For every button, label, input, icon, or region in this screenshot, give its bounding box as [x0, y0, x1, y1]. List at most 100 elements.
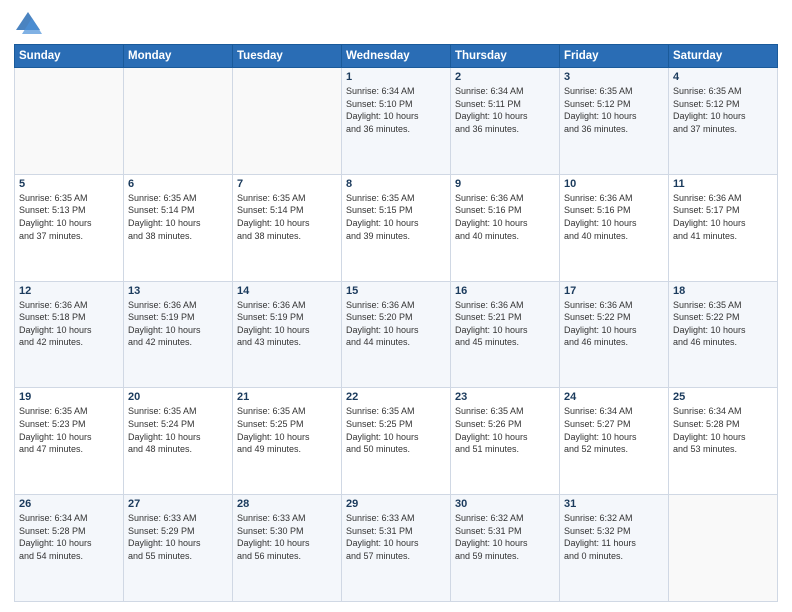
day-number: 3 — [564, 71, 664, 83]
day-header-monday: Monday — [124, 45, 233, 68]
day-info: Sunrise: 6:35 AM Sunset: 5:14 PM Dayligh… — [128, 192, 228, 242]
calendar-cell: 8 Sunrise: 6:35 AM Sunset: 5:15 PM Daylig… — [342, 174, 451, 281]
day-number: 10 — [564, 178, 664, 190]
calendar-cell: 19Sunrise: 6:35 AM Sunset: 5:23 PM Dayli… — [15, 388, 124, 495]
day-info: Sunrise: 6:33 AM Sunset: 5:31 PM Dayligh… — [346, 512, 446, 562]
day-header-tuesday: Tuesday — [233, 45, 342, 68]
calendar-week-4: 19Sunrise: 6:35 AM Sunset: 5:23 PM Dayli… — [15, 388, 778, 495]
day-number: 12 — [19, 285, 119, 297]
calendar-cell — [124, 68, 233, 175]
day-info: Sunrise: 6:35 AM Sunset: 5:25 PM Dayligh… — [346, 405, 446, 455]
calendar-cell: 7 Sunrise: 6:35 AM Sunset: 5:14 PM Daylig… — [233, 174, 342, 281]
day-header-friday: Friday — [560, 45, 669, 68]
day-info: Sunrise: 6:36 AM Sunset: 5:19 PM Dayligh… — [237, 299, 337, 349]
day-info: Sunrise: 6:35 AM Sunset: 5:14 PM Dayligh… — [237, 192, 337, 242]
day-number: 6 — [128, 178, 228, 190]
calendar-week-5: 26 Sunrise: 6:34 AM Sunset: 5:28 PM Dayli… — [15, 495, 778, 602]
calendar-cell — [669, 495, 778, 602]
calendar-cell: 27 Sunrise: 6:33 AM Sunset: 5:29 PM Dayli… — [124, 495, 233, 602]
calendar-cell: 23 Sunrise: 6:35 AM Sunset: 5:26 PM Dayli… — [451, 388, 560, 495]
day-number: 20 — [128, 391, 228, 403]
day-info: Sunrise: 6:34 AM Sunset: 5:11 PM Dayligh… — [455, 85, 555, 135]
calendar-cell: 13 Sunrise: 6:36 AM Sunset: 5:19 PM Dayli… — [124, 281, 233, 388]
day-info: Sunrise: 6:32 AM Sunset: 5:31 PM Dayligh… — [455, 512, 555, 562]
day-info: Sunrise: 6:36 AM Sunset: 5:16 PM Dayligh… — [455, 192, 555, 242]
day-number: 11 — [673, 178, 773, 190]
calendar-cell: 16 Sunrise: 6:36 AM Sunset: 5:21 PM Dayli… — [451, 281, 560, 388]
day-info: Sunrise: 6:35 AM Sunset: 5:12 PM Dayligh… — [564, 85, 664, 135]
day-number: 15 — [346, 285, 446, 297]
day-info: Sunrise: 6:35 AM Sunset: 5:24 PM Dayligh… — [128, 405, 228, 455]
calendar-table: SundayMondayTuesdayWednesdayThursdayFrid… — [14, 44, 778, 602]
calendar-cell: 28 Sunrise: 6:33 AM Sunset: 5:30 PM Dayli… — [233, 495, 342, 602]
day-info: Sunrise: 6:34 AM Sunset: 5:10 PM Dayligh… — [346, 85, 446, 135]
calendar-cell: 4Sunrise: 6:35 AM Sunset: 5:12 PM Daylig… — [669, 68, 778, 175]
logo-icon — [14, 10, 42, 38]
calendar-cell: 21 Sunrise: 6:35 AM Sunset: 5:25 PM Dayli… — [233, 388, 342, 495]
day-number: 29 — [346, 498, 446, 510]
calendar-cell: 29 Sunrise: 6:33 AM Sunset: 5:31 PM Dayli… — [342, 495, 451, 602]
day-info: Sunrise: 6:36 AM Sunset: 5:21 PM Dayligh… — [455, 299, 555, 349]
calendar-cell: 31 Sunrise: 6:32 AM Sunset: 5:32 PM Dayli… — [560, 495, 669, 602]
calendar-week-1: 1 Sunrise: 6:34 AM Sunset: 5:10 PM Daylig… — [15, 68, 778, 175]
day-header-thursday: Thursday — [451, 45, 560, 68]
day-number: 25 — [673, 391, 773, 403]
calendar-cell — [15, 68, 124, 175]
day-number: 23 — [455, 391, 555, 403]
calendar-week-2: 5Sunrise: 6:35 AM Sunset: 5:13 PM Daylig… — [15, 174, 778, 281]
day-number: 21 — [237, 391, 337, 403]
calendar-cell: 20 Sunrise: 6:35 AM Sunset: 5:24 PM Dayli… — [124, 388, 233, 495]
day-number: 17 — [564, 285, 664, 297]
calendar-cell: 1 Sunrise: 6:34 AM Sunset: 5:10 PM Daylig… — [342, 68, 451, 175]
day-number: 28 — [237, 498, 337, 510]
day-info: Sunrise: 6:34 AM Sunset: 5:28 PM Dayligh… — [19, 512, 119, 562]
day-number: 16 — [455, 285, 555, 297]
calendar-cell: 15Sunrise: 6:36 AM Sunset: 5:20 PM Dayli… — [342, 281, 451, 388]
day-number: 8 — [346, 178, 446, 190]
calendar-cell: 26 Sunrise: 6:34 AM Sunset: 5:28 PM Dayli… — [15, 495, 124, 602]
day-info: Sunrise: 6:35 AM Sunset: 5:12 PM Dayligh… — [673, 85, 773, 135]
calendar-cell: 22 Sunrise: 6:35 AM Sunset: 5:25 PM Dayli… — [342, 388, 451, 495]
calendar-page: SundayMondayTuesdayWednesdayThursdayFrid… — [0, 0, 792, 612]
calendar-cell: 6 Sunrise: 6:35 AM Sunset: 5:14 PM Daylig… — [124, 174, 233, 281]
day-info: Sunrise: 6:32 AM Sunset: 5:32 PM Dayligh… — [564, 512, 664, 562]
day-number: 9 — [455, 178, 555, 190]
calendar-cell: 9 Sunrise: 6:36 AM Sunset: 5:16 PM Daylig… — [451, 174, 560, 281]
day-number: 31 — [564, 498, 664, 510]
calendar-cell: 12 Sunrise: 6:36 AM Sunset: 5:18 PM Dayli… — [15, 281, 124, 388]
calendar-cell: 30 Sunrise: 6:32 AM Sunset: 5:31 PM Dayli… — [451, 495, 560, 602]
day-number: 22 — [346, 391, 446, 403]
calendar-cell: 11Sunrise: 6:36 AM Sunset: 5:17 PM Dayli… — [669, 174, 778, 281]
calendar-body: 1 Sunrise: 6:34 AM Sunset: 5:10 PM Daylig… — [15, 68, 778, 602]
day-info: Sunrise: 6:36 AM Sunset: 5:18 PM Dayligh… — [19, 299, 119, 349]
day-number: 24 — [564, 391, 664, 403]
day-number: 30 — [455, 498, 555, 510]
day-info: Sunrise: 6:35 AM Sunset: 5:15 PM Dayligh… — [346, 192, 446, 242]
header — [14, 10, 778, 38]
day-info: Sunrise: 6:33 AM Sunset: 5:30 PM Dayligh… — [237, 512, 337, 562]
calendar-cell: 2 Sunrise: 6:34 AM Sunset: 5:11 PM Daylig… — [451, 68, 560, 175]
calendar-cell: 25 Sunrise: 6:34 AM Sunset: 5:28 PM Dayli… — [669, 388, 778, 495]
day-info: Sunrise: 6:35 AM Sunset: 5:23 PM Dayligh… — [19, 405, 119, 455]
calendar-cell: 14Sunrise: 6:36 AM Sunset: 5:19 PM Dayli… — [233, 281, 342, 388]
day-info: Sunrise: 6:34 AM Sunset: 5:28 PM Dayligh… — [673, 405, 773, 455]
calendar-cell: 17Sunrise: 6:36 AM Sunset: 5:22 PM Dayli… — [560, 281, 669, 388]
day-number: 1 — [346, 71, 446, 83]
day-number: 18 — [673, 285, 773, 297]
day-number: 27 — [128, 498, 228, 510]
day-number: 2 — [455, 71, 555, 83]
day-number: 26 — [19, 498, 119, 510]
calendar-header-row: SundayMondayTuesdayWednesdayThursdayFrid… — [15, 45, 778, 68]
calendar-cell: 18 Sunrise: 6:35 AM Sunset: 5:22 PM Dayli… — [669, 281, 778, 388]
day-info: Sunrise: 6:35 AM Sunset: 5:13 PM Dayligh… — [19, 192, 119, 242]
day-info: Sunrise: 6:35 AM Sunset: 5:26 PM Dayligh… — [455, 405, 555, 455]
day-info: Sunrise: 6:36 AM Sunset: 5:19 PM Dayligh… — [128, 299, 228, 349]
logo — [14, 10, 44, 38]
day-number: 7 — [237, 178, 337, 190]
day-number: 13 — [128, 285, 228, 297]
day-info: Sunrise: 6:35 AM Sunset: 5:25 PM Dayligh… — [237, 405, 337, 455]
day-info: Sunrise: 6:35 AM Sunset: 5:22 PM Dayligh… — [673, 299, 773, 349]
day-info: Sunrise: 6:34 AM Sunset: 5:27 PM Dayligh… — [564, 405, 664, 455]
day-info: Sunrise: 6:33 AM Sunset: 5:29 PM Dayligh… — [128, 512, 228, 562]
calendar-week-3: 12 Sunrise: 6:36 AM Sunset: 5:18 PM Dayli… — [15, 281, 778, 388]
